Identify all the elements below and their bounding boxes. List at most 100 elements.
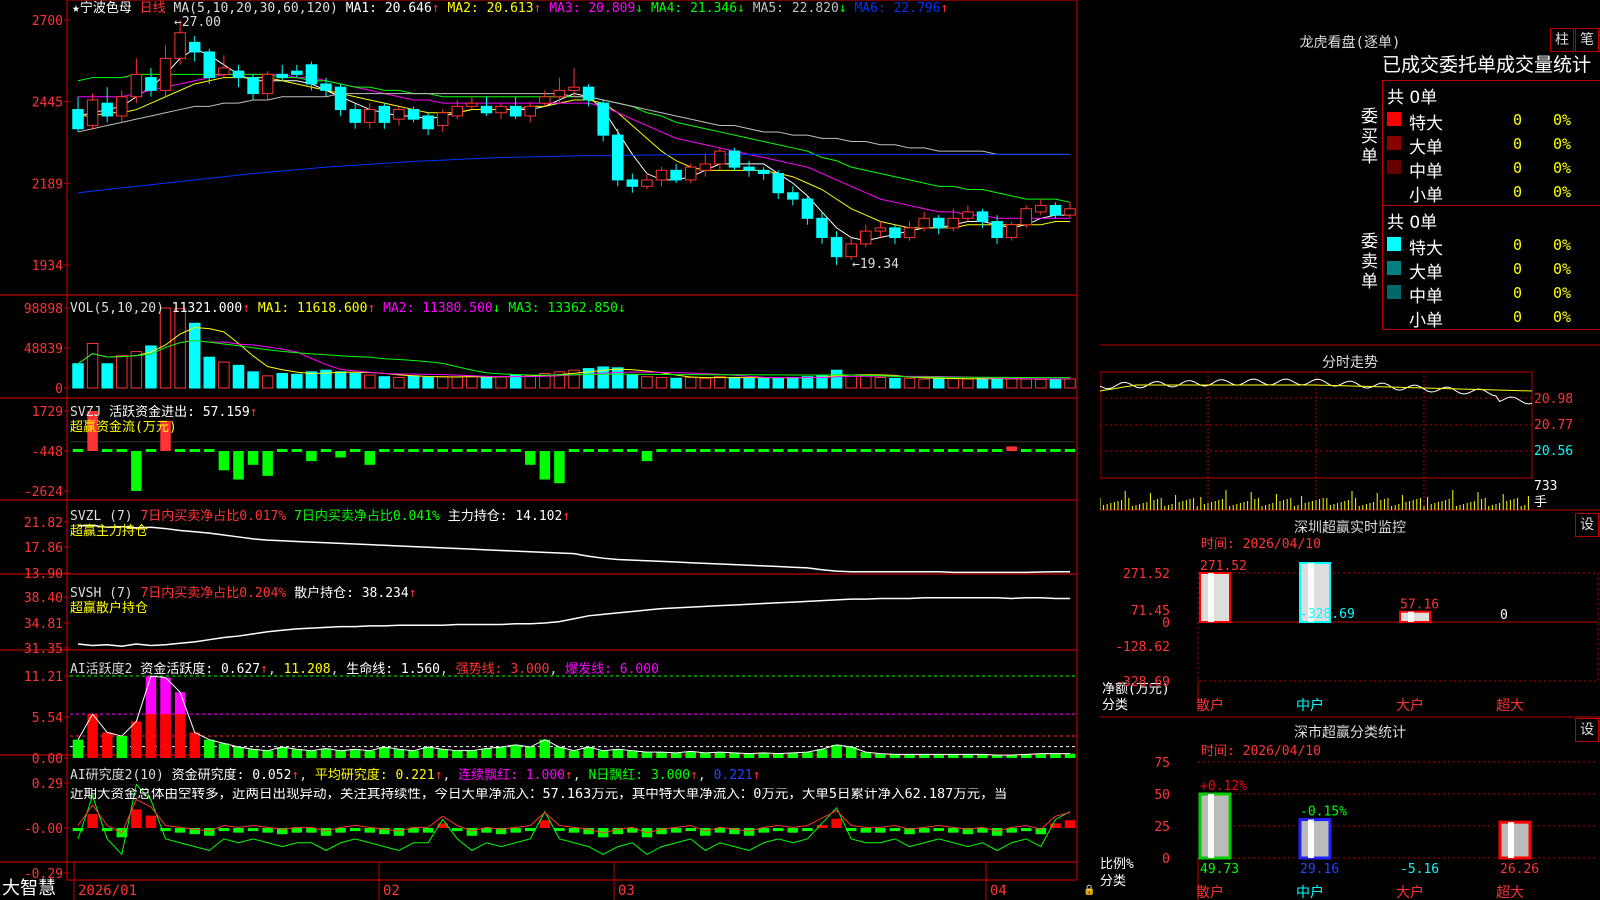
candle-body	[232, 70, 245, 79]
vol-bar	[772, 377, 784, 389]
ai1-bar	[670, 752, 682, 758]
ai2-bar	[174, 828, 186, 833]
ai1-bar	[860, 752, 872, 758]
candle-body	[932, 217, 945, 229]
tab-filled[interactable]: 已成交	[1382, 54, 1439, 76]
date-label: 03	[618, 883, 635, 899]
svzj-bar	[568, 449, 580, 452]
sell-row-name: 大单	[1409, 263, 1443, 283]
ai1-e: 爆发线: 6.000	[565, 662, 659, 677]
candle-body	[72, 109, 84, 130]
ai1-bar	[379, 747, 390, 758]
vol-bar	[334, 371, 347, 389]
vol-bar	[991, 378, 1003, 389]
svzj-bar	[306, 451, 317, 462]
sell-row-name: 中单	[1409, 287, 1443, 307]
vol-bar	[218, 361, 230, 389]
ma-line-ma6	[77, 153, 1070, 194]
candle-body	[991, 221, 1003, 238]
vol-ma-3: MA3: 13362.850	[508, 301, 618, 316]
fl-tick: 0	[1162, 852, 1170, 867]
vol-bar	[232, 364, 245, 389]
svzj-bar	[1006, 446, 1017, 451]
vol-bar	[874, 376, 887, 389]
svzj-bar	[291, 449, 303, 452]
sell-swatch	[1387, 261, 1401, 275]
vol-bar	[612, 367, 624, 389]
ma-label: MA(5,10,20,30,60,120)	[173, 1, 338, 16]
sz-settings-button[interactable]: 设	[1575, 513, 1599, 537]
svzj-value: 57.159	[202, 405, 250, 420]
vol-bar	[466, 375, 478, 389]
vol-bar	[757, 377, 770, 389]
svzj-bar	[962, 449, 974, 452]
candle-body	[218, 67, 230, 75]
fl-cat: 中户	[1296, 884, 1324, 900]
svsh-line	[77, 596, 1070, 647]
tab-volume-stats[interactable]: 成交量统计	[1496, 54, 1591, 76]
ai2-bar	[918, 828, 930, 833]
bar-view-button[interactable]: 柱	[1550, 28, 1574, 52]
ai2-bar	[568, 828, 580, 833]
sz-bar-shine	[1408, 611, 1414, 622]
ai1-bar-overlay	[174, 714, 186, 758]
ai1-bar	[758, 752, 769, 758]
candle-body	[524, 105, 536, 117]
period-label[interactable]: 日线	[140, 1, 166, 16]
ai2-bar	[772, 828, 784, 832]
buy-swatch	[1387, 112, 1401, 126]
sell-row-value: 0	[1513, 284, 1523, 302]
vol-bar	[364, 374, 376, 389]
candle-body	[276, 73, 288, 79]
vol-bar	[480, 376, 493, 389]
svzj-bar	[845, 449, 857, 452]
ma-value-5: MA5: 22.820	[752, 1, 839, 16]
vol-bar	[1049, 378, 1062, 389]
candle-body	[728, 150, 741, 168]
ai1-bar	[306, 750, 317, 758]
sell-row-percent: 0%	[1553, 308, 1572, 326]
ma-line-ma2	[78, 77, 1070, 229]
ai2-c-dir: ↑	[564, 768, 573, 783]
stock-title[interactable]: ★宁波色母	[72, 1, 132, 16]
ai1-bar	[714, 752, 726, 758]
ai1-bar	[918, 754, 930, 758]
candle-body	[772, 173, 784, 194]
candle-body	[320, 83, 332, 91]
candle-body	[451, 105, 464, 117]
ai1-bar	[408, 750, 419, 758]
ma-dir-1: ↑	[431, 1, 440, 16]
main-chart-svg[interactable]: 2700 2445 2189 1934 ←27.00 ←19.34 98898 48839 0 1…	[0, 0, 1100, 900]
svzl-c: 主力持仓: 14.102	[447, 509, 563, 524]
date-label: 04	[990, 883, 1007, 899]
tick-view-button[interactable]: 笔	[1575, 28, 1599, 52]
ai1-bar	[218, 743, 230, 758]
tab-orders[interactable]: 委托单	[1439, 54, 1496, 76]
svzj-sub: 超赢资金流(万元)	[70, 420, 177, 435]
vol-bar	[276, 372, 288, 389]
candle-body	[116, 96, 128, 117]
candle-body	[101, 102, 113, 117]
vol-bar	[174, 308, 186, 389]
sz-title: 深圳超赢实时监控	[1294, 520, 1406, 536]
fl-bar-shine	[1508, 822, 1514, 858]
vol-bar	[130, 351, 143, 389]
fs-tick: 20.56	[1534, 444, 1573, 459]
vol-bar	[641, 376, 653, 389]
fs-frame	[1100, 371, 1533, 479]
vol-bar	[1035, 379, 1047, 389]
sz-cat: 大户	[1396, 697, 1424, 714]
candle-body	[787, 192, 799, 200]
ai1-bar	[612, 749, 624, 758]
ai2-bar	[510, 828, 521, 833]
ai2-bar	[1020, 828, 1032, 832]
candle-body	[1005, 224, 1018, 238]
fl-settings-button[interactable]: 设	[1575, 718, 1599, 742]
vol-bar	[1064, 378, 1076, 389]
ai2-b: 平均研究度: 0.221	[314, 768, 435, 783]
fs-avg-line	[1100, 384, 1533, 392]
ai1-bar	[641, 752, 653, 758]
vol-bar	[801, 376, 814, 389]
vol-bar	[845, 374, 857, 389]
svzl-tick: 17.86	[24, 541, 63, 556]
